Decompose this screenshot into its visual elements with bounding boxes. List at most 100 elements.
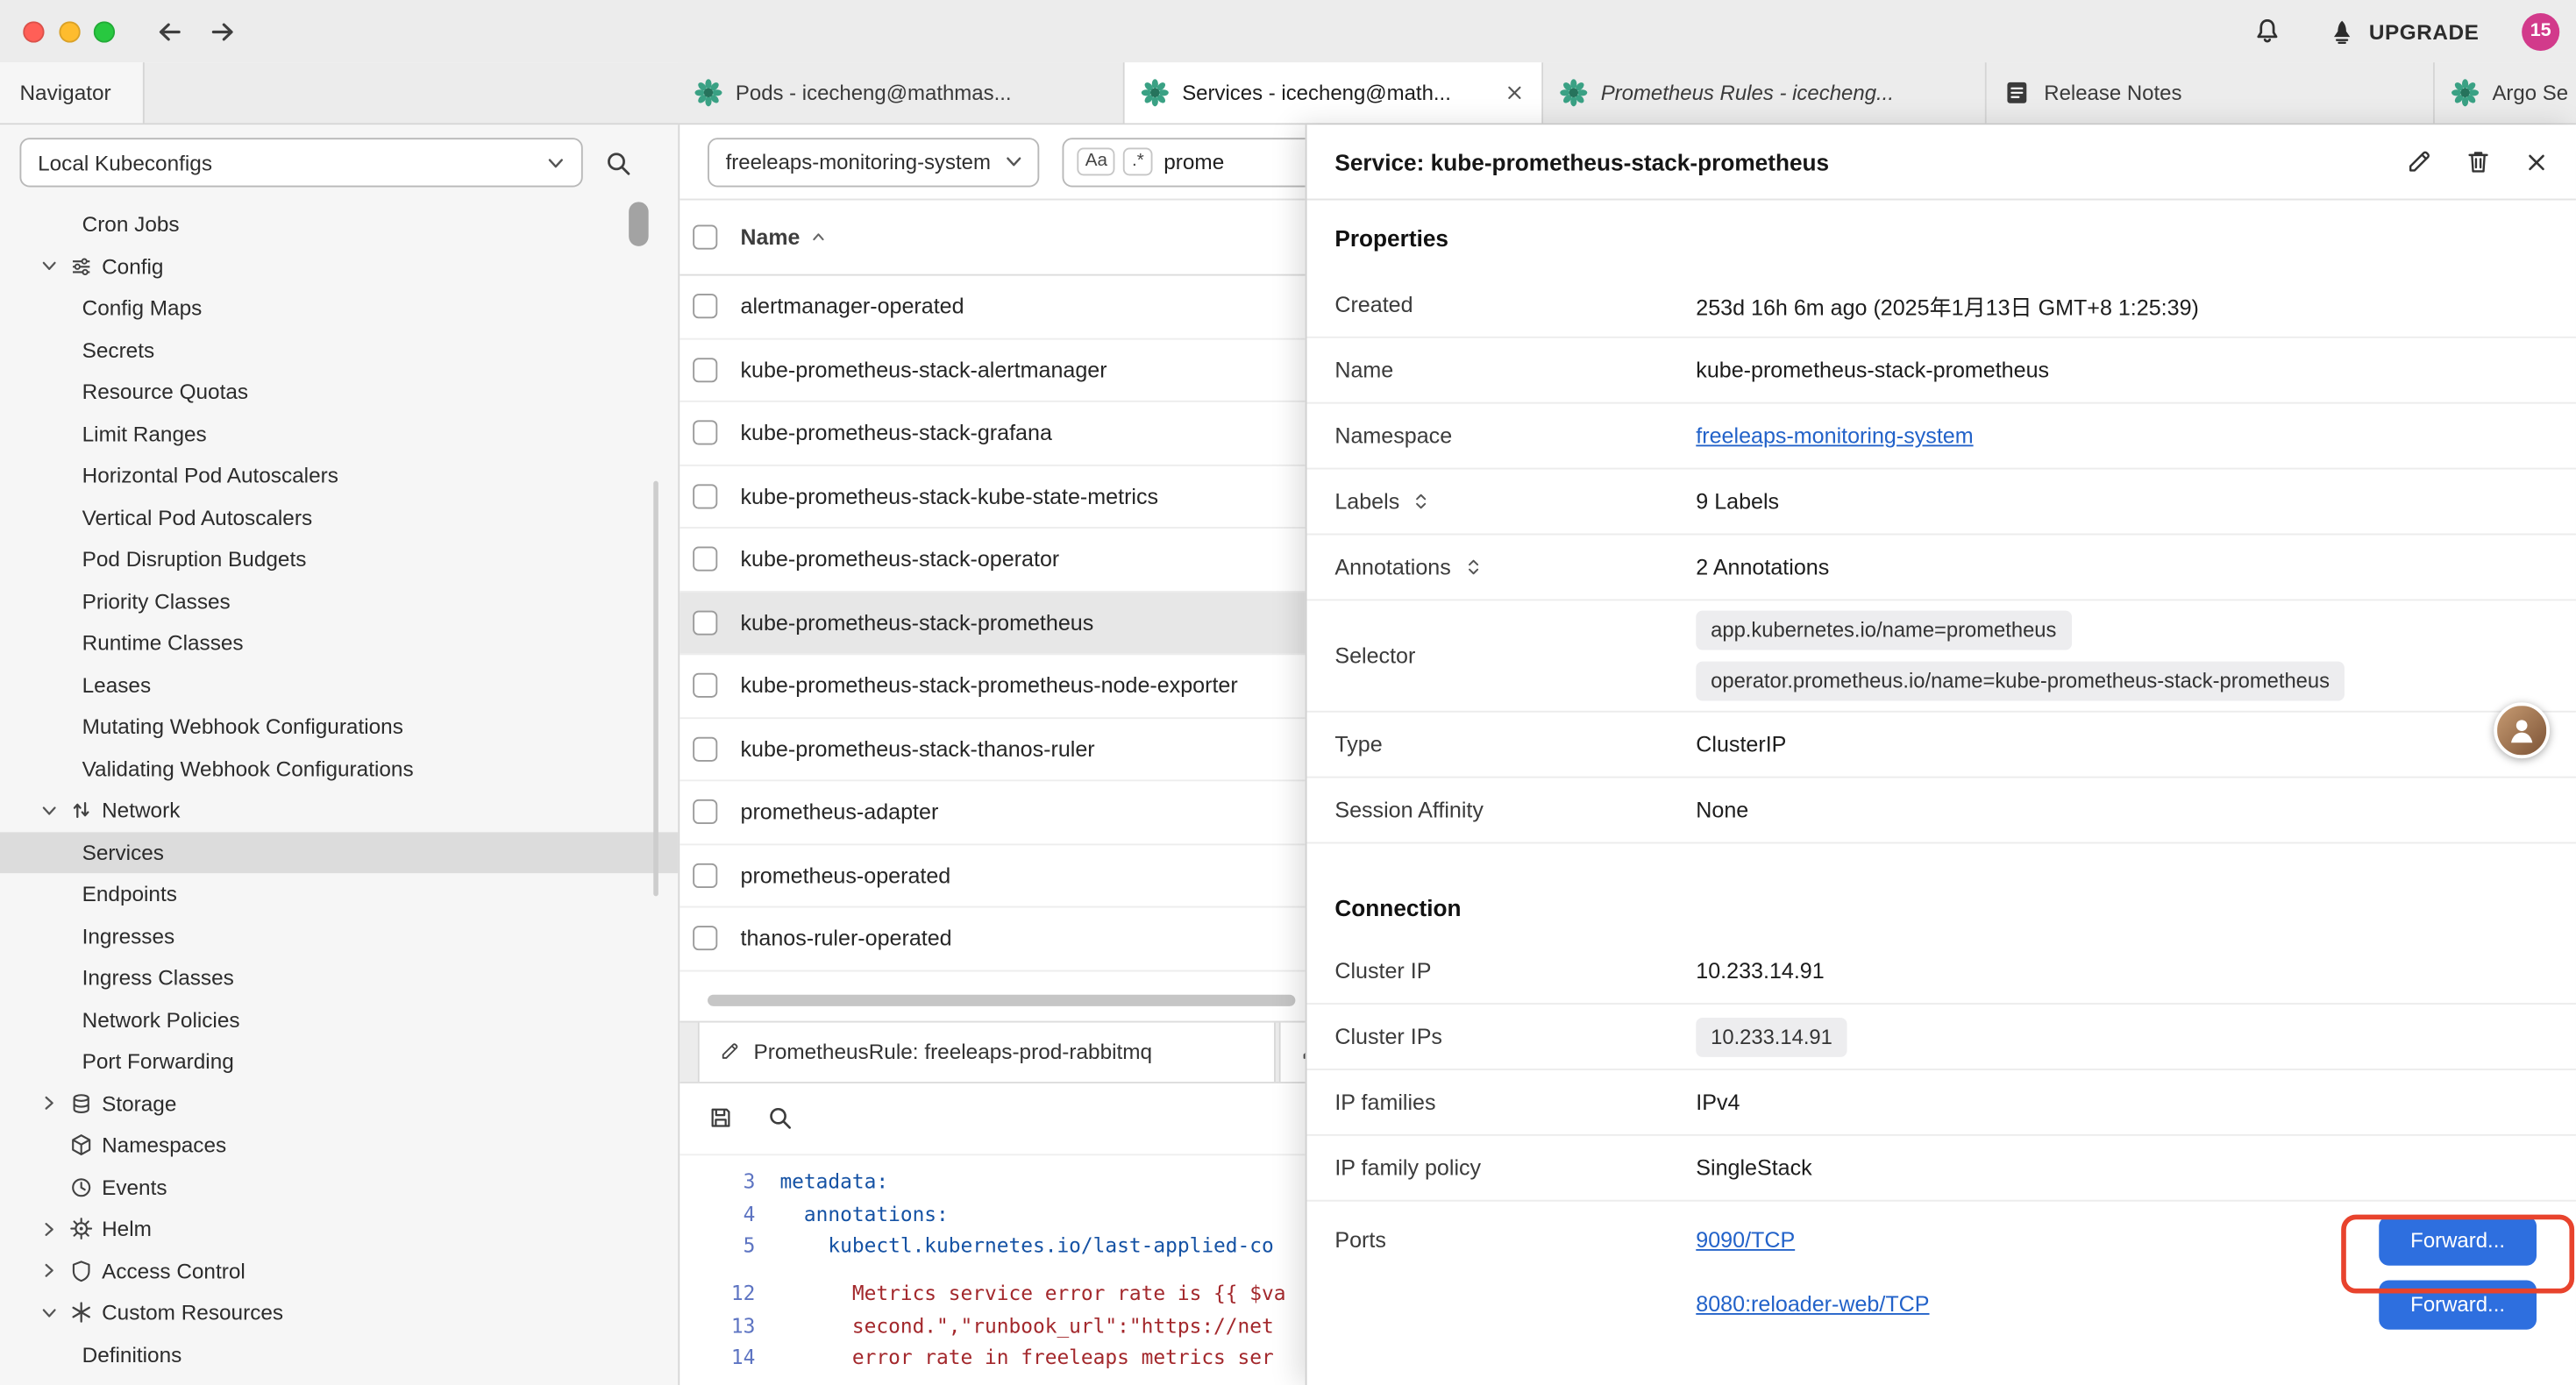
row-checkbox[interactable] <box>693 736 717 761</box>
back-icon[interactable] <box>155 18 183 46</box>
tree-chevron[interactable] <box>39 257 64 276</box>
service-row[interactable]: prometheus-adapter <box>680 781 1305 844</box>
property-value[interactable]: 9 Labels <box>1696 489 2537 514</box>
sidebar-tree-item[interactable]: Services <box>0 831 678 873</box>
row-checkbox[interactable] <box>693 610 717 635</box>
sidebar-tree-item[interactable]: Cron Jobs <box>0 203 678 245</box>
sidebar-search-icon[interactable] <box>604 148 632 176</box>
name-column-header[interactable]: Name <box>740 225 828 250</box>
tree-chevron[interactable] <box>39 1261 64 1281</box>
service-row[interactable]: kube-prometheus-stack-kube-state-metrics <box>680 465 1305 529</box>
namespace-selector[interactable]: freeleaps-monitoring-system <box>708 137 1039 186</box>
save-icon[interactable] <box>708 1104 734 1131</box>
sidebar-tree-item[interactable]: Port Forwarding <box>0 1041 678 1083</box>
window-tab[interactable]: Release Notes <box>1987 62 2435 123</box>
regex-toggle[interactable]: .* <box>1124 147 1152 175</box>
window-tab[interactable]: Prometheus Rules - icecheng... <box>1543 62 1987 123</box>
row-checkbox[interactable] <box>693 295 717 319</box>
row-checkbox[interactable] <box>693 673 717 698</box>
window-zoom-button[interactable] <box>94 20 115 41</box>
service-row[interactable]: kube-prometheus-stack-thanos-ruler <box>680 718 1305 781</box>
select-all-checkbox[interactable] <box>693 225 717 250</box>
sidebar-tree-item[interactable]: Priority Classes <box>0 580 678 622</box>
sidebar-tree-item[interactable]: Events <box>0 1166 678 1208</box>
service-row[interactable]: kube-prometheus-stack-grafana <box>680 402 1305 465</box>
edit-icon[interactable] <box>2405 148 2433 176</box>
property-value[interactable]: 2 Annotations <box>1696 555 2537 579</box>
sidebar-tree-item[interactable]: Leases <box>0 664 678 706</box>
sidebar-tree-item[interactable]: Config Maps <box>0 288 678 330</box>
bell-icon[interactable] <box>2252 17 2282 46</box>
service-row[interactable]: kube-prometheus-stack-prometheus <box>680 592 1305 655</box>
forward-icon[interactable] <box>208 18 236 46</box>
sidebar-tree-item[interactable]: Secrets <box>0 329 678 371</box>
editor-search-icon[interactable] <box>766 1104 793 1131</box>
row-checkbox[interactable] <box>693 799 717 824</box>
sidebar-scrollbar-thumb[interactable] <box>629 202 648 246</box>
service-row[interactable]: kube-prometheus-stack-alertmanager <box>680 339 1305 402</box>
sidebar-tree-item[interactable]: Config <box>0 245 678 288</box>
navigator-tab[interactable]: Navigator <box>0 62 145 123</box>
yaml-editor[interactable]: 3metadata: 4 annotations: 5 kubectl.kube… <box>680 1154 1305 1374</box>
sidebar-tree-item[interactable]: Horizontal Pod Autoscalers <box>0 455 678 497</box>
service-row[interactable]: alertmanager-operated <box>680 276 1305 339</box>
namespace-link[interactable]: freeleaps-monitoring-system <box>1696 423 1973 448</box>
avatar[interactable] <box>2494 702 2550 758</box>
horizontal-scrollbar-thumb[interactable] <box>708 994 1295 1005</box>
sidebar-tree-item[interactable]: Validating Webhook Configurations <box>0 748 678 790</box>
sidebar-tree-item[interactable]: Limit Ranges <box>0 413 678 455</box>
notification-badge[interactable]: 15 <box>2522 12 2559 50</box>
service-row[interactable]: prometheus-operated <box>680 844 1305 907</box>
sidebar-tree-item[interactable]: Ingress Classes <box>0 957 678 999</box>
sidebar-tree-item[interactable]: Mutating Webhook Configurations <box>0 706 678 748</box>
row-checkbox[interactable] <box>693 863 717 887</box>
horizontal-scrollbar[interactable] <box>708 994 1306 1005</box>
sidebar-tree-item[interactable]: Definitions <box>0 1333 678 1375</box>
sidebar-scrollbar-track[interactable] <box>653 481 658 897</box>
sidebar-tree-item[interactable]: Access Control <box>0 1250 678 1292</box>
window-close-button[interactable] <box>23 20 44 41</box>
forward-button[interactable]: Forward... <box>2379 1216 2537 1265</box>
service-row[interactable]: thanos-ruler-operated <box>680 907 1305 970</box>
port-link[interactable]: 8080:reloader-web/TCP <box>1696 1292 1929 1317</box>
window-tab[interactable]: Pods - icecheng@mathmas... <box>678 62 1124 123</box>
tree-chevron[interactable] <box>39 800 64 820</box>
tree-chevron[interactable] <box>39 1303 64 1322</box>
service-row[interactable]: kube-prometheus-stack-prometheus-node-ex… <box>680 655 1305 718</box>
row-checkbox[interactable] <box>693 484 717 508</box>
row-checkbox[interactable] <box>693 358 717 382</box>
sidebar-tree-item[interactable]: Ingresses <box>0 915 678 957</box>
row-checkbox[interactable] <box>693 421 717 445</box>
sidebar-tree-item[interactable]: Storage <box>0 1083 678 1125</box>
expand-icon[interactable] <box>1411 491 1432 512</box>
row-checkbox[interactable] <box>693 927 717 951</box>
tree-chevron[interactable] <box>39 1094 64 1113</box>
sidebar-tree-item[interactable]: Network <box>0 790 678 832</box>
sidebar-tree-item[interactable]: Custom Resources <box>0 1292 678 1334</box>
port-link[interactable]: 9090/TCP <box>1696 1228 1795 1253</box>
sidebar-tree-item[interactable]: Helm <box>0 1208 678 1250</box>
window-tab[interactable]: Services - icecheng@math... <box>1125 62 1543 123</box>
delete-icon[interactable] <box>2465 148 2493 176</box>
sidebar-tree-item[interactable]: Resource Quotas <box>0 371 678 413</box>
search-input[interactable]: Aa .* prome <box>1063 137 1306 186</box>
sidebar-tree-item[interactable]: Pod Disruption Budgets <box>0 538 678 580</box>
editor-tab-active[interactable]: PrometheusRule: freeleaps-prod-rabbitmq <box>698 1022 1276 1081</box>
forward-button[interactable]: Forward... <box>2379 1280 2537 1329</box>
close-icon[interactable] <box>2523 148 2550 174</box>
window-tab[interactable]: Argo Se <box>2435 62 2576 123</box>
sidebar-tree-item[interactable]: Namespaces <box>0 1125 678 1167</box>
row-checkbox[interactable] <box>693 547 717 572</box>
upgrade-button[interactable]: UPGRADE <box>2328 18 2479 46</box>
sidebar-tree-item[interactable]: Runtime Classes <box>0 622 678 664</box>
sidebar-tree-item[interactable]: Network Policies <box>0 998 678 1041</box>
kubeconfig-selector[interactable]: Local Kubeconfigs <box>19 138 582 187</box>
expand-icon[interactable] <box>1462 557 1484 578</box>
service-row[interactable]: kube-prometheus-stack-operator <box>680 529 1305 592</box>
window-minimize-button[interactable] <box>58 20 79 41</box>
tree-chevron[interactable] <box>39 1219 64 1239</box>
editor-tab-partial[interactable] <box>1279 1022 1306 1081</box>
sidebar-tree-item[interactable]: Vertical Pod Autoscalers <box>0 496 678 538</box>
match-case-toggle[interactable]: Aa <box>1077 147 1115 175</box>
sidebar-tree-item[interactable]: Endpoints <box>0 873 678 915</box>
